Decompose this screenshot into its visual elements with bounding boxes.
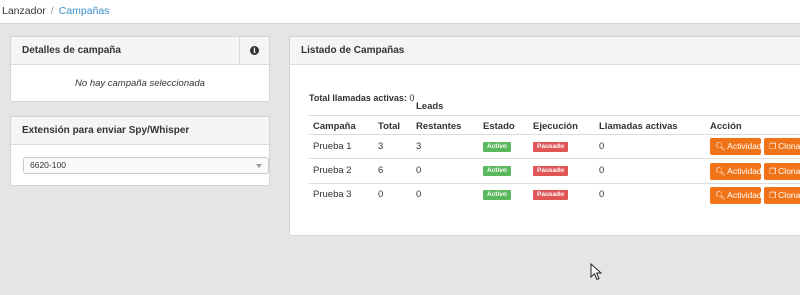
execution-badge: Pausado [533, 142, 569, 152]
breadcrumb-separator: / [50, 5, 54, 17]
clone-button[interactable]: ❐Clonar [764, 163, 800, 180]
active-calls: 0 [599, 165, 605, 176]
panel-header: Listado de Campañas [290, 37, 800, 65]
copy-icon: ❐ [769, 142, 777, 151]
search-icon: 🔍︎ [715, 191, 726, 200]
search-icon: 🔍︎ [715, 167, 726, 176]
remaining-leads: 0 [416, 189, 422, 200]
remaining-leads: 0 [416, 165, 422, 176]
execution-badge: Pausado [533, 166, 569, 176]
clone-label: Clonar [778, 141, 800, 151]
campaign-name: Prueba 2 [313, 165, 352, 176]
status-badge: Activo [483, 142, 511, 152]
panel-title: Detalles de campaña [22, 45, 121, 56]
breadcrumb-current[interactable]: Campañas [59, 5, 110, 17]
row-divider [309, 134, 800, 135]
column-header: Restantes [416, 121, 462, 132]
breadcrumb-root[interactable]: Lanzador [2, 5, 46, 17]
clone-label: Clonar [778, 190, 800, 200]
total-value: 0 [409, 93, 415, 103]
activity-label: Actividad [727, 166, 762, 176]
activity-label: Actividad [727, 190, 762, 200]
copy-icon: ❐ [769, 167, 777, 176]
activity-label: Actividad [727, 141, 762, 151]
active-calls: 0 [599, 189, 605, 200]
chevron-down-icon [256, 164, 262, 168]
status-badge: Activo [483, 190, 511, 200]
row-divider [309, 115, 800, 116]
panel-header: Detalles de campaña i [11, 37, 269, 65]
execution-badge: Pausado [533, 190, 569, 200]
total-leads: 0 [378, 189, 384, 200]
column-header: Acción [710, 121, 742, 132]
row-divider [309, 158, 800, 159]
column-header: Campaña [313, 121, 356, 132]
total-leads: 3 [378, 141, 384, 152]
campaign-name: Prueba 1 [313, 141, 352, 152]
activity-button[interactable]: 🔍︎ Actividad [710, 187, 762, 204]
activity-button[interactable]: 🔍︎ Actividad [710, 163, 762, 180]
remaining-leads: 3 [416, 141, 422, 152]
panel-title: Extensión para enviar Spy/Whisper [22, 125, 190, 136]
row-divider [309, 183, 800, 184]
extension-panel: Extensión para enviar Spy/Whisper 6620-1… [10, 116, 270, 186]
campaign-list-panel: Listado de Campañas Total llamadas activ… [289, 36, 800, 236]
info-button[interactable]: i [239, 37, 269, 64]
clone-button[interactable]: ❐Clonar [764, 138, 800, 155]
info-icon: i [250, 46, 259, 55]
total-active-calls: Total llamadas activas: 0 [309, 93, 414, 103]
total-leads: 6 [378, 165, 384, 176]
search-icon: 🔍︎ [715, 142, 726, 151]
column-header: Total [378, 121, 400, 132]
campaign-name: Prueba 3 [313, 189, 352, 200]
clone-button[interactable]: ❐Clonar [764, 187, 800, 204]
extension-select[interactable]: 6620-100 [23, 157, 269, 174]
top-bar: Lanzador / Campañas [0, 0, 800, 24]
empty-message: No hay campaña seleccionada [75, 78, 205, 89]
copy-icon: ❐ [769, 191, 777, 200]
active-calls: 0 [599, 141, 605, 152]
status-badge: Activo [483, 166, 511, 176]
total-label: Total llamadas activas: [309, 93, 407, 103]
column-header: Ejecución [533, 121, 578, 132]
column-header: Estado [483, 121, 515, 132]
select-value: 6620-100 [30, 160, 66, 170]
panel-title: Listado de Campañas [301, 45, 405, 56]
breadcrumb: Lanzador / Campañas [2, 5, 110, 17]
panel-header: Extensión para enviar Spy/Whisper [11, 117, 269, 145]
leads-group-header: Leads [416, 101, 444, 112]
clone-label: Clonar [778, 166, 800, 176]
mouse-cursor-icon [590, 263, 603, 281]
campaign-details-panel: Detalles de campaña i No hay campaña sel… [10, 36, 270, 102]
activity-button[interactable]: 🔍︎ Actividad [710, 138, 762, 155]
column-header: Llamadas activas [599, 121, 678, 132]
